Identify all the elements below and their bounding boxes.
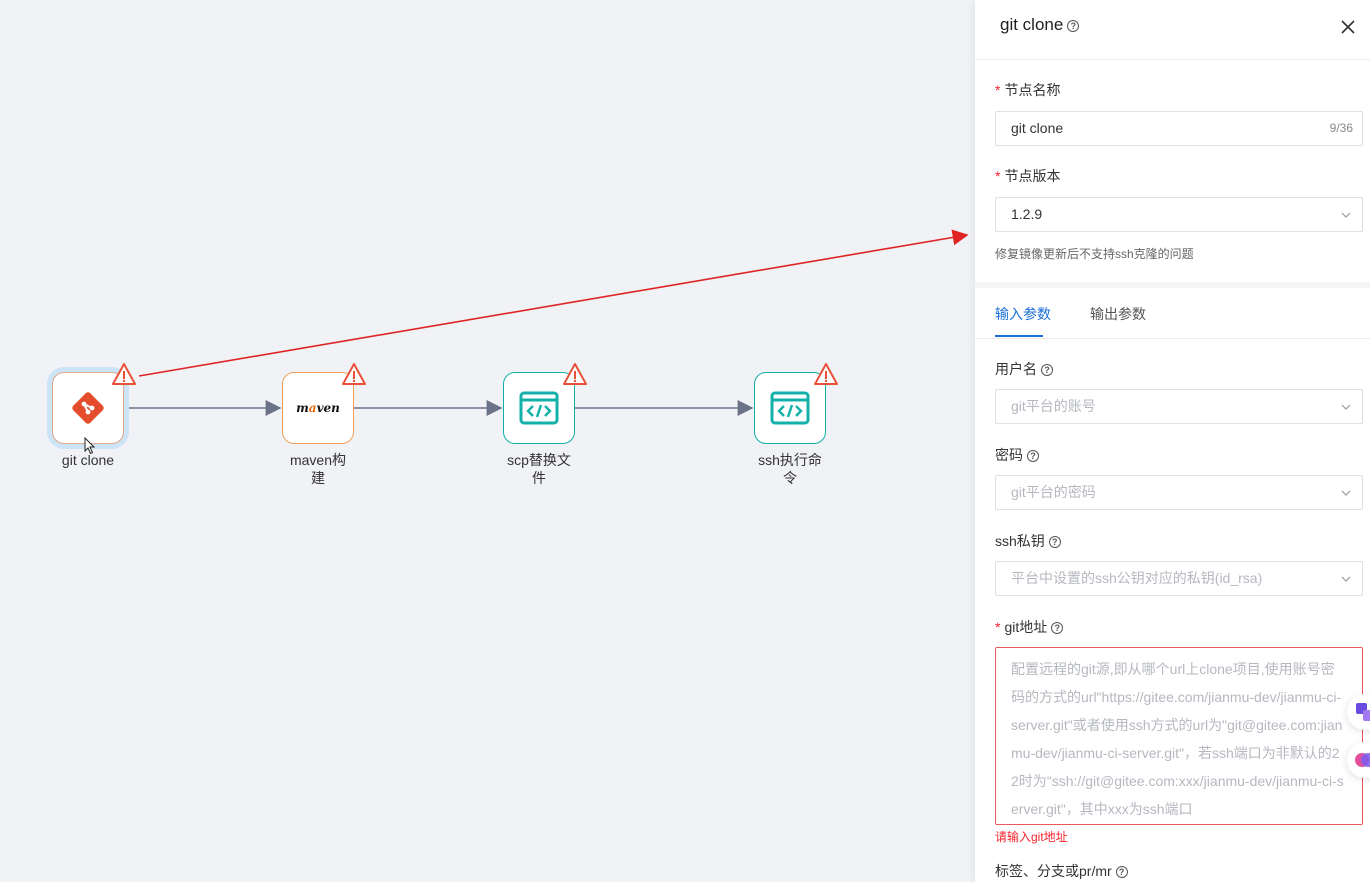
tab-input-params[interactable]: 输入参数 (995, 304, 1051, 324)
field-label: * git地址? (995, 617, 1363, 637)
field-label: * 节点名称 (995, 82, 1061, 98)
password-field: 密码? git平台的密码 (995, 445, 1363, 510)
username-select[interactable]: git平台的账号 (995, 389, 1363, 424)
active-tab-indicator (995, 335, 1043, 337)
mouse-cursor-icon (84, 437, 96, 455)
code-window-icon (770, 391, 810, 425)
ssh-key-field: ssh私钥? 平台中设置的ssh公钥对应的私钥(id_rsa) (995, 531, 1363, 596)
chevron-down-icon (1341, 212, 1351, 218)
git-url-error: 请输入git地址 (995, 830, 1068, 844)
git-icon (72, 392, 104, 424)
node-config-panel: git clone? * 节点名称 git clone 9/36 * 节点版本 1.… (975, 0, 1370, 882)
warning-icon (814, 363, 838, 385)
help-icon[interactable]: ? (1027, 450, 1039, 463)
warning-icon (112, 363, 136, 385)
close-icon[interactable] (1340, 19, 1356, 35)
translate-icon (1356, 703, 1370, 721)
node-name-input[interactable]: git clone 9/36 (995, 111, 1363, 146)
git-url-field: * git地址? 配置远程的git源,即从哪个url上clone项目,使用账号密码… (995, 617, 1363, 844)
ai-assistant-icon (1355, 753, 1370, 767)
chevron-down-icon (1341, 490, 1351, 496)
help-icon[interactable]: ? (1048, 536, 1061, 549)
field-label: ssh私钥? (995, 531, 1363, 551)
node-label: ssh执行命 令 (758, 452, 822, 486)
tab-output-params[interactable]: 输出参数 (1090, 304, 1146, 324)
param-tabs: 输入参数 输出参数 (975, 288, 1370, 339)
node-name-field: * 节点名称 git clone 9/36 (995, 80, 1363, 146)
field-label: 密码? (995, 445, 1363, 465)
workflow-links (124, 229, 969, 416)
help-icon[interactable]: ? (1115, 866, 1128, 879)
warning-icon (563, 363, 587, 385)
maven-logo: maven (296, 401, 340, 415)
code-window-icon (519, 391, 559, 425)
ref-field: 标签、分支或pr/mr? (995, 861, 1363, 881)
node-version-field: * 节点版本 1.2.9 修复镜像更新后不支持ssh克隆的问题 (995, 166, 1363, 261)
help-icon[interactable]: ? (1067, 19, 1080, 32)
node-version-select[interactable]: 1.2.9 (995, 197, 1363, 232)
field-label: 标签、分支或pr/mr? (995, 861, 1363, 881)
chevron-down-icon (1341, 576, 1351, 582)
node-label: scp替换文 件 (507, 452, 571, 486)
warning-icon (342, 363, 366, 385)
field-label: * 节点版本 (995, 168, 1061, 184)
char-count: 9/36 (1329, 121, 1353, 135)
git-url-textarea[interactable]: 配置远程的git源,即从哪个url上clone项目,使用账号密码的方式的url"… (995, 647, 1363, 825)
ssh-key-select[interactable]: 平台中设置的ssh公钥对应的私钥(id_rsa) (995, 561, 1363, 596)
panel-title: git clone? (1000, 15, 1080, 35)
help-icon[interactable]: ? (1051, 622, 1064, 635)
field-label: 用户名? (995, 359, 1363, 379)
workflow-canvas[interactable]: git clone maven maven构 建 scp替换文 件 ssh执行命… (0, 0, 975, 882)
username-field: 用户名? git平台的账号 (995, 359, 1363, 424)
help-icon[interactable]: ? (1041, 364, 1053, 377)
password-select[interactable]: git平台的密码 (995, 475, 1363, 510)
node-label: maven构 建 (289, 452, 347, 486)
version-hint: 修复镜像更新后不支持ssh克隆的问题 (995, 247, 1194, 261)
chevron-down-icon (1341, 404, 1351, 410)
panel-header: git clone? (975, 0, 1370, 60)
annotation-arrow (138, 229, 969, 377)
